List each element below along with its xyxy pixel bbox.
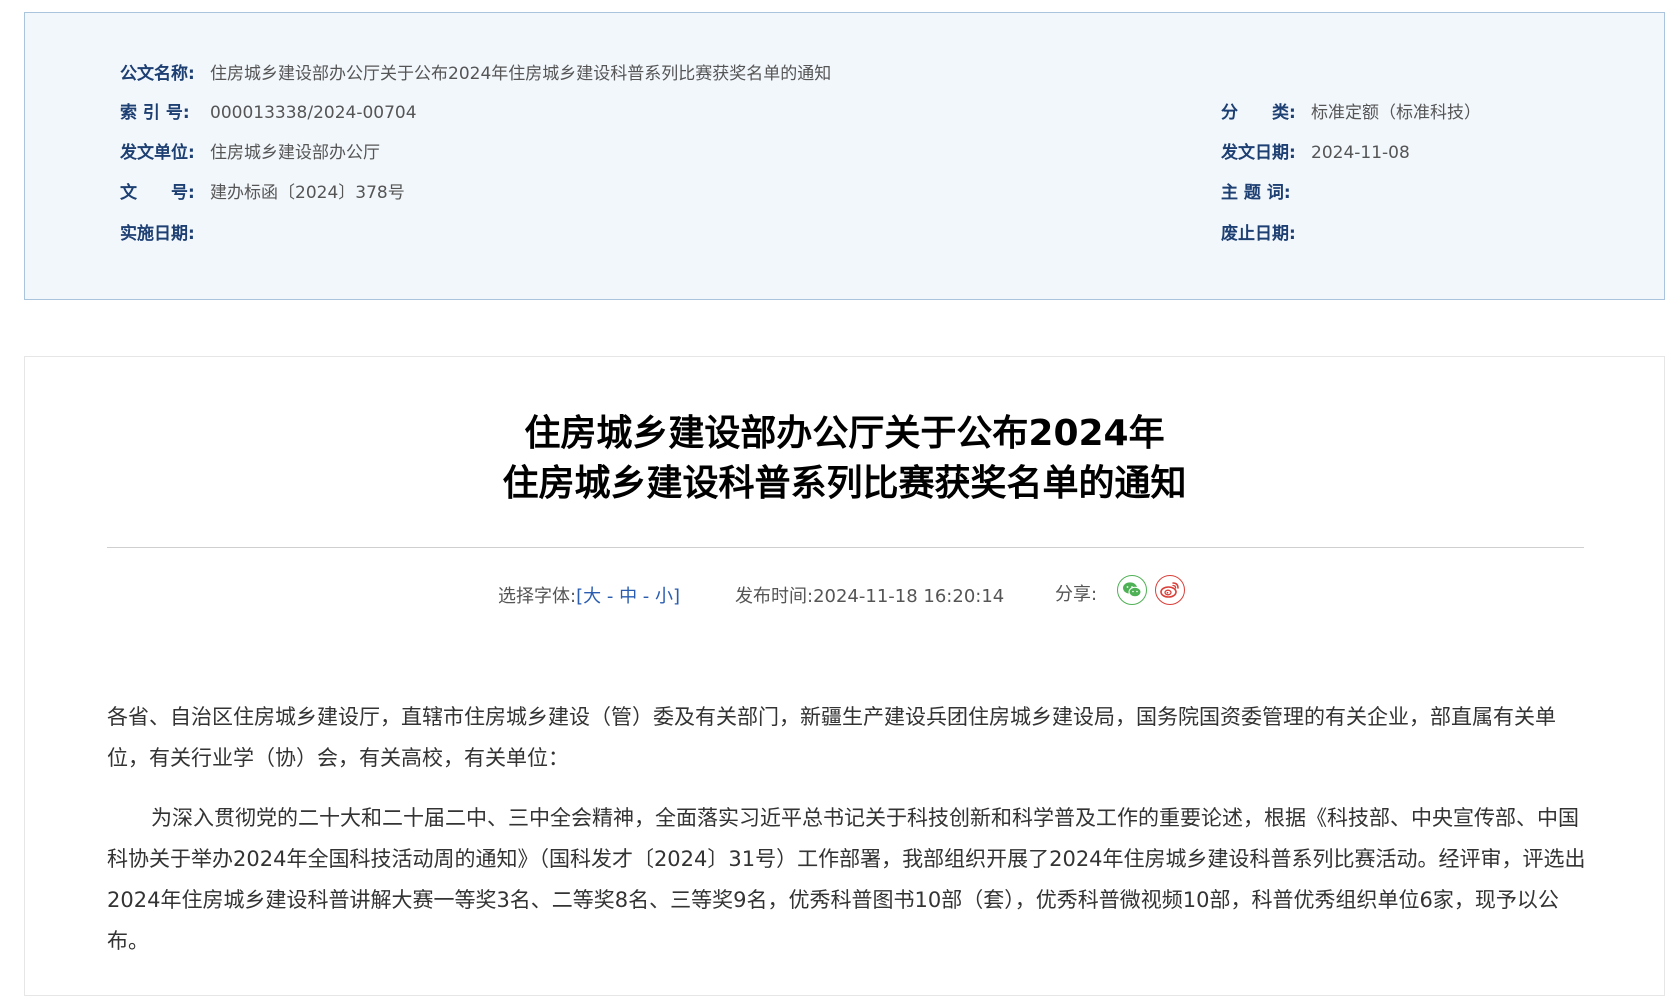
font-size-selector: 选择字体:[大 - 中 - 小] bbox=[498, 582, 680, 608]
article-info-bar: 选择字体:[大 - 中 - 小] 发布时间:2024-11-18 16:20:1… bbox=[25, 575, 1664, 611]
publish-time: 发布时间:2024-11-18 16:20:14 bbox=[735, 582, 1004, 608]
meta-doc-no-label: 文 号: bbox=[120, 183, 195, 203]
document-meta-panel: 公文名称: 住房城乡建设部办公厅关于公布2024年住房城乡建设科普系列比赛获奖名单… bbox=[24, 12, 1665, 300]
meta-issue-date-label: 发文日期: bbox=[1221, 143, 1296, 163]
meta-issue-date-value: 2024-11-08 bbox=[1311, 143, 1410, 163]
article-title-line2: 住房城乡建设科普系列比赛获奖名单的通知 bbox=[502, 463, 1187, 504]
font-size-large-link[interactable]: 大 bbox=[583, 586, 601, 607]
article-title-line1: 住房城乡建设部办公厅关于公布2024年 bbox=[524, 413, 1165, 454]
article-paragraph-salutation: 各省、自治区住房城乡建设厅，直辖市住房城乡建设（管）委及有关部门，新疆生产建设兵… bbox=[107, 705, 1556, 770]
meta-issuer-label: 发文单位: bbox=[120, 143, 195, 163]
weibo-share-button[interactable] bbox=[1155, 575, 1185, 605]
wechat-icon bbox=[1123, 582, 1142, 598]
font-size-small-link[interactable]: 小 bbox=[655, 586, 673, 607]
size-separator: - bbox=[601, 586, 620, 607]
font-size-medium-link[interactable]: 中 bbox=[619, 586, 637, 607]
meta-index-value: 000013338/2024-00704 bbox=[210, 103, 417, 123]
meta-keywords-label: 主 题 词: bbox=[1221, 183, 1291, 203]
weibo-icon bbox=[1160, 582, 1179, 598]
meta-keywords: 主 题 词: bbox=[1221, 181, 1311, 205]
meta-effective-label: 实施日期: bbox=[120, 224, 195, 244]
meta-doc-name-value: 住房城乡建设部办公厅关于公布2024年住房城乡建设科普系列比赛获奖名单的通知 bbox=[210, 64, 832, 84]
publish-time-value: 2024-11-18 16:20:14 bbox=[813, 586, 1005, 607]
size-separator: - bbox=[637, 586, 656, 607]
meta-index-label: 索 引 号: bbox=[120, 103, 190, 123]
article-title: 住房城乡建设部办公厅关于公布2024年 住房城乡建设科普系列比赛获奖名单的通知 bbox=[25, 409, 1664, 509]
bracket-close: ] bbox=[673, 586, 681, 607]
meta-expire-label: 废止日期: bbox=[1221, 224, 1296, 244]
meta-issue-date: 发文日期: 2024-11-08 bbox=[1221, 141, 1410, 165]
article-paragraph-body: 为深入贯彻党的二十大和二十届二中、三中全会精神，全面落实习近平总书记关于科技创新… bbox=[107, 806, 1586, 953]
meta-category-value: 标准定额（标准科技） bbox=[1311, 103, 1481, 123]
meta-doc-no: 文 号: 建办标函〔2024〕378号 bbox=[120, 181, 405, 205]
meta-category: 分 类: 标准定额（标准科技） bbox=[1221, 101, 1481, 125]
font-select-label: 选择字体: bbox=[498, 586, 577, 607]
meta-expire-date: 废止日期: bbox=[1221, 222, 1311, 246]
meta-doc-no-value: 建办标函〔2024〕378号 bbox=[210, 183, 405, 203]
meta-effective-date: 实施日期: bbox=[120, 222, 210, 246]
meta-issuer: 发文单位: 住房城乡建设部办公厅 bbox=[120, 141, 380, 165]
meta-index: 索 引 号: 000013338/2024-00704 bbox=[120, 101, 417, 125]
share-label: 分享: bbox=[1055, 584, 1098, 605]
meta-doc-name-label: 公文名称: bbox=[120, 64, 195, 84]
wechat-share-button[interactable] bbox=[1117, 575, 1147, 605]
title-divider bbox=[107, 547, 1584, 548]
publish-label: 发布时间: bbox=[735, 586, 814, 607]
meta-issuer-value: 住房城乡建设部办公厅 bbox=[210, 143, 380, 163]
article-container: 住房城乡建设部办公厅关于公布2024年 住房城乡建设科普系列比赛获奖名单的通知 … bbox=[24, 356, 1665, 996]
meta-doc-name: 公文名称: 住房城乡建设部办公厅关于公布2024年住房城乡建设科普系列比赛获奖名单… bbox=[120, 62, 831, 86]
meta-category-label: 分 类: bbox=[1221, 103, 1296, 123]
